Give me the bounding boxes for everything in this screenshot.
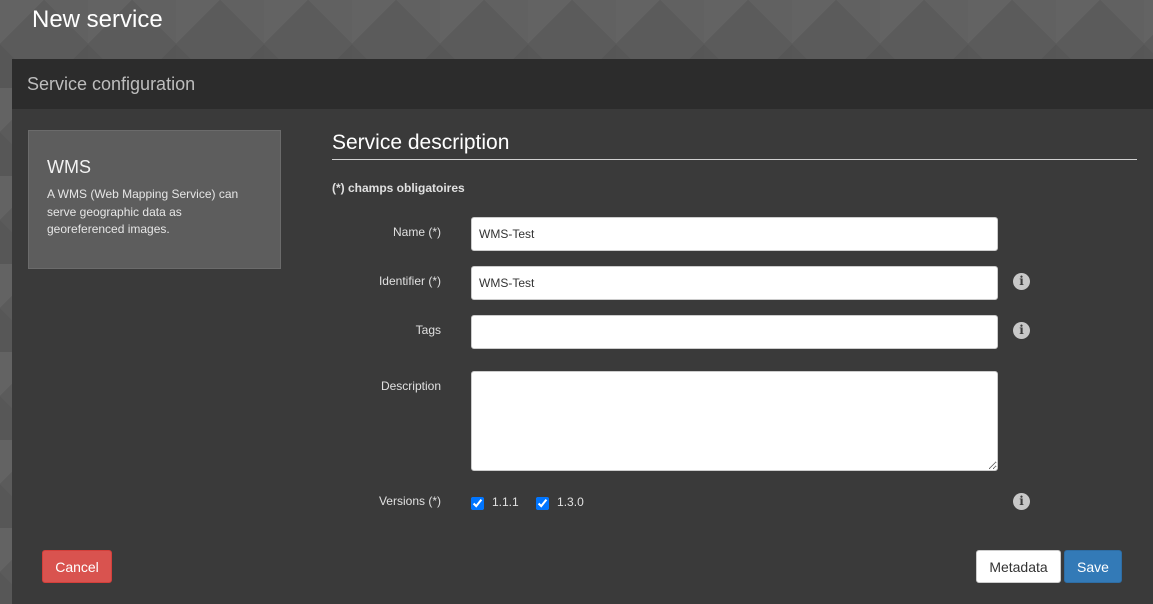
- tags-label: Tags: [415, 323, 441, 337]
- panel-header: Service configuration: [12, 59, 1153, 109]
- metadata-button[interactable]: Metadata: [976, 550, 1061, 583]
- versions-info-icon[interactable]: i: [1013, 493, 1030, 510]
- save-button[interactable]: Save: [1064, 550, 1122, 583]
- required-fields-note: (*) champs obligatoires: [332, 181, 465, 195]
- name-label: Name (*): [392, 225, 441, 239]
- identifier-label: Identifier (*): [378, 274, 441, 288]
- version-option-1-3-0: 1.3.0: [536, 494, 584, 510]
- service-type-description: A WMS (Web Mapping Service) can serve ge…: [47, 187, 239, 236]
- version-option-1-1-1: 1.1.1: [471, 494, 519, 510]
- versions-label: Versions (*): [378, 494, 441, 508]
- identifier-input[interactable]: [471, 266, 998, 300]
- version-1-3-0-label: 1.3.0: [557, 495, 584, 509]
- description-label: Description: [380, 379, 441, 393]
- section-title: Service description: [332, 131, 1137, 160]
- service-type-card: WMS A WMS (Web Mapping Service) can serv…: [28, 130, 281, 269]
- cancel-button[interactable]: Cancel: [42, 550, 112, 583]
- tags-info-icon[interactable]: i: [1013, 322, 1030, 339]
- service-type-name: WMS: [47, 157, 91, 177]
- description-textarea[interactable]: [471, 371, 998, 471]
- identifier-info-icon[interactable]: i: [1013, 273, 1030, 290]
- version-1-3-0-checkbox[interactable]: [536, 497, 550, 510]
- page-title: New service: [32, 6, 163, 33]
- version-1-1-1-checkbox[interactable]: [471, 497, 484, 510]
- tags-input[interactable]: [471, 315, 998, 349]
- name-input[interactable]: [471, 217, 998, 251]
- service-configuration-panel: Service configuration WMS A WMS (Web Map…: [12, 59, 1153, 604]
- versions-group: 1.1.1 1.3.0: [471, 494, 598, 513]
- version-1-1-1-label: 1.1.1: [492, 495, 519, 509]
